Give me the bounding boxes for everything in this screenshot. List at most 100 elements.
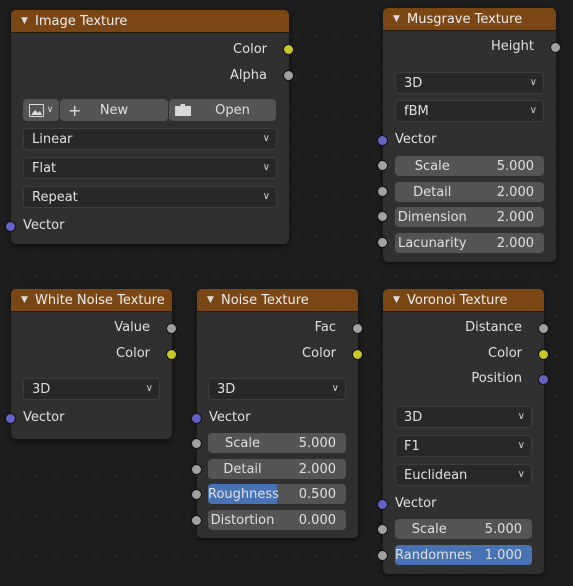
- input-lacunarity-socket[interactable]: [378, 238, 387, 247]
- voronoi-texture-node[interactable]: ▼ Voronoi Texture Distance Color Positio…: [378, 289, 548, 574]
- field-value: 1.000: [484, 547, 522, 563]
- chevron-down-icon: ∨: [262, 162, 270, 173]
- collapse-chevron-icon[interactable]: ▼: [393, 14, 407, 24]
- image-texture-node[interactable]: ▼ Image Texture Color Alpha ∨ + New Open…: [6, 10, 293, 244]
- dimensions-value: 3D: [217, 381, 236, 397]
- dimensions-dropdown[interactable]: 3D ∨: [395, 406, 532, 428]
- input-distortion-socket[interactable]: [192, 516, 201, 525]
- field-label: Dimension: [397, 209, 467, 225]
- image-icon: [28, 103, 44, 117]
- node-title: Noise Texture: [221, 292, 309, 308]
- dimension-field[interactable]: Dimension 2.000: [395, 207, 544, 227]
- field-value: 5.000: [298, 435, 336, 451]
- output-fac-socket[interactable]: [353, 324, 362, 333]
- projection-dropdown[interactable]: Flat ∨: [23, 157, 277, 179]
- open-image-button[interactable]: Open: [169, 99, 276, 121]
- input-detail-socket[interactable]: [192, 465, 201, 474]
- scale-field[interactable]: Scale 5.000: [395, 519, 532, 539]
- feature-dropdown[interactable]: F1 ∨: [395, 435, 532, 457]
- field-value: 2.000: [496, 184, 534, 200]
- input-randomness-socket[interactable]: [378, 551, 387, 560]
- output-alpha-label: Alpha: [230, 68, 267, 83]
- output-color-socket[interactable]: [353, 350, 362, 359]
- plus-icon: +: [68, 100, 82, 120]
- chevron-down-icon: ∨: [262, 133, 270, 144]
- node-header[interactable]: ▼ Musgrave Texture: [383, 8, 556, 31]
- node-header[interactable]: ▼ Voronoi Texture: [383, 289, 544, 312]
- field-label: Randomnes: [395, 547, 472, 563]
- musgrave-texture-node[interactable]: ▼ Musgrave Texture Height 3D ∨ fBM ∨ Vec…: [378, 8, 560, 262]
- field-label: Detail: [223, 461, 262, 477]
- scale-field[interactable]: Scale 5.000: [395, 156, 544, 176]
- field-label: Distortion: [210, 512, 275, 528]
- output-value-label: Value: [114, 320, 150, 335]
- field-value: 2.000: [298, 461, 336, 477]
- field-value: 5.000: [484, 521, 522, 537]
- output-distance-label: Distance: [465, 320, 522, 335]
- field-label: Lacunarity: [397, 235, 467, 251]
- noise-texture-node[interactable]: ▼ Noise Texture Fac Color 3D ∨ Vector Sc…: [192, 289, 362, 538]
- collapse-chevron-icon[interactable]: ▼: [21, 16, 35, 26]
- output-color-label: Color: [302, 346, 336, 361]
- type-value: fBM: [404, 103, 429, 119]
- input-dimension-socket[interactable]: [378, 212, 387, 221]
- lacunarity-field[interactable]: Lacunarity 2.000: [395, 233, 544, 253]
- randomness-slider[interactable]: Randomnes 1.000: [395, 545, 532, 565]
- dimensions-dropdown[interactable]: 3D ∨: [23, 378, 160, 400]
- detail-field[interactable]: Detail 2.000: [395, 182, 544, 202]
- input-roughness-socket[interactable]: [192, 490, 201, 499]
- input-scale-socket[interactable]: [378, 525, 387, 534]
- input-vector-socket[interactable]: [378, 500, 387, 509]
- dimensions-dropdown[interactable]: 3D ∨: [208, 378, 346, 400]
- open-label: Open: [215, 102, 250, 118]
- chevron-down-icon: ∨: [46, 105, 54, 115]
- output-distance-socket[interactable]: [539, 324, 548, 333]
- node-title: Musgrave Texture: [407, 11, 523, 27]
- node-header[interactable]: ▼ Image Texture: [11, 10, 289, 33]
- output-height-socket[interactable]: [551, 43, 560, 52]
- chevron-down-icon: ∨: [517, 469, 525, 480]
- output-color-socket[interactable]: [539, 350, 548, 359]
- extension-value: Repeat: [32, 189, 78, 205]
- interpolation-dropdown[interactable]: Linear ∨: [23, 128, 277, 150]
- chevron-down-icon: ∨: [517, 440, 525, 451]
- extension-dropdown[interactable]: Repeat ∨: [23, 186, 277, 208]
- input-vector-label: Vector: [395, 132, 437, 147]
- folder-icon: [175, 104, 191, 120]
- input-scale-socket[interactable]: [192, 439, 201, 448]
- detail-field[interactable]: Detail 2.000: [208, 459, 346, 479]
- node-header[interactable]: ▼ White Noise Texture: [11, 289, 172, 312]
- input-vector-socket[interactable]: [192, 414, 201, 423]
- output-color-socket[interactable]: [167, 350, 176, 359]
- field-value: 2.000: [496, 235, 534, 251]
- field-label: Scale: [225, 435, 260, 451]
- output-position-socket[interactable]: [539, 375, 548, 384]
- input-scale-socket[interactable]: [378, 161, 387, 170]
- output-color-label: Color: [116, 346, 150, 361]
- interpolation-value: Linear: [32, 131, 73, 147]
- input-vector-socket[interactable]: [6, 414, 15, 423]
- scale-field[interactable]: Scale 5.000: [208, 433, 346, 453]
- input-vector-socket[interactable]: [378, 136, 387, 145]
- projection-value: Flat: [32, 160, 57, 176]
- output-value-socket[interactable]: [167, 324, 176, 333]
- collapse-chevron-icon[interactable]: ▼: [393, 295, 407, 305]
- white-noise-texture-node[interactable]: ▼ White Noise Texture Value Color 3D ∨ V…: [6, 289, 176, 439]
- dimensions-dropdown[interactable]: 3D ∨: [395, 72, 544, 94]
- chevron-down-icon: ∨: [517, 411, 525, 422]
- input-vector-socket[interactable]: [6, 222, 15, 231]
- collapse-chevron-icon[interactable]: ▼: [207, 295, 221, 305]
- musgrave-type-dropdown[interactable]: fBM ∨: [395, 100, 544, 122]
- distance-metric-dropdown[interactable]: Euclidean ∨: [395, 464, 532, 486]
- field-value: 0.000: [298, 512, 336, 528]
- output-alpha-socket[interactable]: [284, 71, 293, 80]
- image-browse-button[interactable]: ∨: [23, 99, 59, 121]
- input-detail-socket[interactable]: [378, 187, 387, 196]
- field-value: 5.000: [496, 158, 534, 174]
- node-header[interactable]: ▼ Noise Texture: [197, 289, 358, 312]
- new-image-button[interactable]: + New: [60, 99, 168, 121]
- collapse-chevron-icon[interactable]: ▼: [21, 295, 35, 305]
- output-color-socket[interactable]: [284, 45, 293, 54]
- roughness-slider[interactable]: Roughness 0.500: [208, 484, 346, 504]
- distortion-field[interactable]: Distortion 0.000: [208, 510, 346, 530]
